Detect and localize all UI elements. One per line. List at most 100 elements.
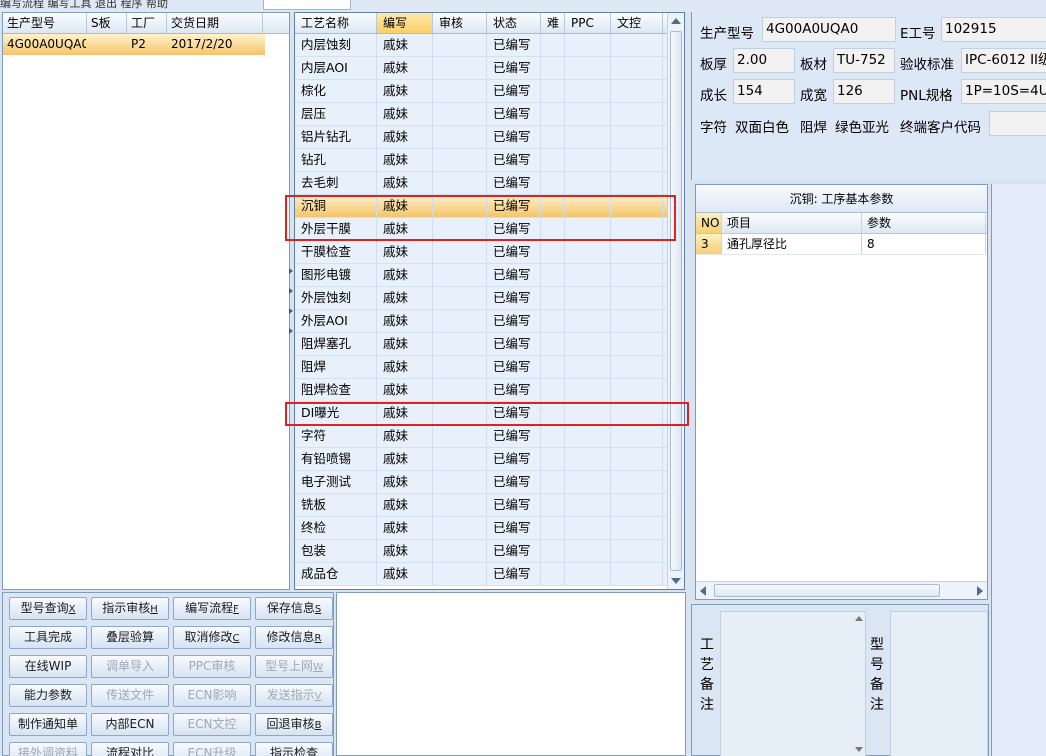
action-button[interactable]: 型号查询X — [9, 597, 87, 620]
col-process-name[interactable]: 工艺名称 — [295, 13, 377, 33]
length-field[interactable]: 154 — [733, 79, 795, 104]
col-param[interactable]: 参数 — [862, 213, 986, 233]
process-remark-scrollbar[interactable] — [853, 612, 865, 756]
action-button[interactable]: ECN文控 — [173, 713, 251, 736]
action-button[interactable]: ECN升级 — [173, 742, 251, 756]
scroll-up-icon[interactable] — [855, 616, 863, 621]
customer-field[interactable] — [989, 111, 1046, 136]
params-horizontal-scrollbar[interactable] — [696, 581, 987, 599]
process-row[interactable]: 内层蚀刻 戚妹 已编写 — [295, 34, 684, 57]
doc-control-cell — [611, 218, 663, 240]
action-button[interactable]: 传送文件 — [91, 684, 169, 707]
shortcut-key: W — [313, 662, 323, 673]
action-button-label: 指示检查 — [269, 746, 318, 756]
standard-field[interactable]: IPC-6012 II级 — [961, 48, 1046, 73]
process-row[interactable]: 外层AOI 戚妹 已编写 — [295, 310, 684, 333]
action-button[interactable]: ECN影响 — [173, 684, 251, 707]
scroll-thumb[interactable] — [670, 31, 682, 571]
process-row[interactable]: 有铅喷锡 戚妹 已编写 — [295, 448, 684, 471]
scroll-down-icon[interactable] — [855, 747, 863, 752]
process-row[interactable]: 外层干膜 戚妹 已编写 — [295, 218, 684, 241]
pnl-field[interactable]: 1P=10S=4U — [961, 79, 1046, 104]
action-button[interactable]: 编写流程F — [173, 597, 251, 620]
col-writer[interactable]: 编写 — [377, 13, 433, 33]
process-row[interactable]: 层压 戚妹 已编写 — [295, 103, 684, 126]
process-row[interactable]: 成品仓 戚妹 已编写 — [295, 563, 684, 586]
process-row[interactable]: 字符 戚妹 已编写 — [295, 425, 684, 448]
process-row[interactable]: 阻焊检查 戚妹 已编写 — [295, 379, 684, 402]
shortcut-key: V — [314, 691, 322, 702]
model-field[interactable]: 4G00A0UQA0 — [762, 17, 896, 42]
material-label: 板材 — [800, 57, 827, 73]
col-reviewer[interactable]: 审核 — [433, 13, 487, 33]
action-button[interactable]: 取消修改C — [173, 626, 251, 649]
process-row[interactable]: 去毛刺 戚妹 已编写 — [295, 172, 684, 195]
process-row[interactable]: 铣板 戚妹 已编写 — [295, 494, 684, 517]
process-row[interactable]: 电子测试 戚妹 已编写 — [295, 471, 684, 494]
col-status[interactable]: 状态 — [487, 13, 541, 33]
process-row[interactable]: 钻孔 戚妹 已编写 — [295, 149, 684, 172]
action-button[interactable]: 回退审核B — [255, 713, 333, 736]
scroll-left-icon[interactable] — [700, 586, 706, 596]
process-row[interactable]: 沉铜 戚妹 已编写 — [295, 195, 684, 218]
action-button[interactable]: 制作通知单 — [9, 713, 87, 736]
toolbar-combo[interactable] — [263, 0, 351, 10]
process-row[interactable]: 包装 戚妹 已编写 — [295, 540, 684, 563]
model-row[interactable]: 4G00A0UQA0 P2 2017/2/20 — [3, 34, 265, 55]
action-button[interactable]: 保存信息S — [255, 597, 333, 620]
process-row[interactable]: 阻焊 戚妹 已编写 — [295, 356, 684, 379]
col-doc-control[interactable]: 文控 — [611, 13, 663, 33]
status-cell: 已编写 — [487, 80, 541, 102]
model-remark-box[interactable] — [890, 611, 988, 756]
message-area — [336, 592, 686, 756]
process-vertical-scrollbar[interactable] — [667, 13, 684, 589]
process-row[interactable]: 终检 戚妹 已编写 — [295, 517, 684, 540]
action-button[interactable]: 修改信息R — [255, 626, 333, 649]
process-row[interactable]: 外层蚀刻 戚妹 已编写 — [295, 287, 684, 310]
params-row[interactable]: 3 通孔厚径比 8 — [696, 234, 987, 255]
status-cell: 已编写 — [487, 241, 541, 263]
process-row[interactable]: 图形电镀 戚妹 已编写 — [295, 264, 684, 287]
scroll-up-icon[interactable] — [671, 18, 681, 24]
action-button[interactable]: PPC审核 — [173, 655, 251, 678]
action-button[interactable]: 内部ECN — [91, 713, 169, 736]
scroll-down-icon[interactable] — [671, 578, 681, 584]
width-field[interactable]: 126 — [833, 79, 895, 104]
action-button[interactable]: 发送指示V — [255, 684, 333, 707]
col-date[interactable]: 交货日期 — [167, 13, 263, 33]
process-row[interactable]: DI曝光 戚妹 已编写 — [295, 402, 684, 425]
action-button[interactable]: 调单导入 — [91, 655, 169, 678]
process-row[interactable]: 干膜检查 戚妹 已编写 — [295, 241, 684, 264]
model-remark-label: 型号备注 — [870, 637, 884, 713]
col-s[interactable]: S板 — [87, 13, 127, 33]
writer-cell: 戚妹 — [377, 448, 433, 470]
thickness-field[interactable]: 2.00 — [733, 48, 795, 73]
eng-field[interactable]: 102915 — [941, 17, 1046, 42]
col-factory[interactable]: 工厂 — [127, 13, 167, 33]
action-button[interactable]: 叠层验算 — [91, 626, 169, 649]
process-remark-box[interactable] — [720, 611, 866, 756]
col-difficulty[interactable]: 难 — [541, 13, 565, 33]
action-button[interactable]: 指示检查 — [255, 742, 333, 756]
menu-text[interactable]: 编写流程 编写工具 退出 程序 帮助 — [0, 0, 168, 11]
action-button-label: 在线WIP — [24, 659, 72, 673]
action-button[interactable]: 接外调资料 — [9, 742, 87, 756]
material-field[interactable]: TU-752 — [833, 48, 895, 73]
action-button[interactable]: 能力参数 — [9, 684, 87, 707]
action-button[interactable]: 在线WIP — [9, 655, 87, 678]
col-model[interactable]: 生产型号 — [3, 13, 87, 33]
action-button[interactable]: 流程对比 — [91, 742, 169, 756]
process-row[interactable]: 阻焊塞孔 戚妹 已编写 — [295, 333, 684, 356]
col-item[interactable]: 项目 — [722, 213, 862, 233]
col-ppc[interactable]: PPC — [565, 13, 611, 33]
process-name-cell: 字符 — [295, 425, 377, 447]
process-row[interactable]: 内层AOI 戚妹 已编写 — [295, 57, 684, 80]
hscroll-thumb[interactable] — [714, 584, 940, 597]
process-row[interactable]: 铝片钻孔 戚妹 已编写 — [295, 126, 684, 149]
action-button[interactable]: 型号上网W — [255, 655, 333, 678]
action-button[interactable]: 指示审核H — [91, 597, 169, 620]
col-no[interactable]: NO — [696, 213, 722, 233]
scroll-right-icon[interactable] — [977, 586, 983, 596]
action-button[interactable]: 工具完成 — [9, 626, 87, 649]
process-row[interactable]: 棕化 戚妹 已编写 — [295, 80, 684, 103]
